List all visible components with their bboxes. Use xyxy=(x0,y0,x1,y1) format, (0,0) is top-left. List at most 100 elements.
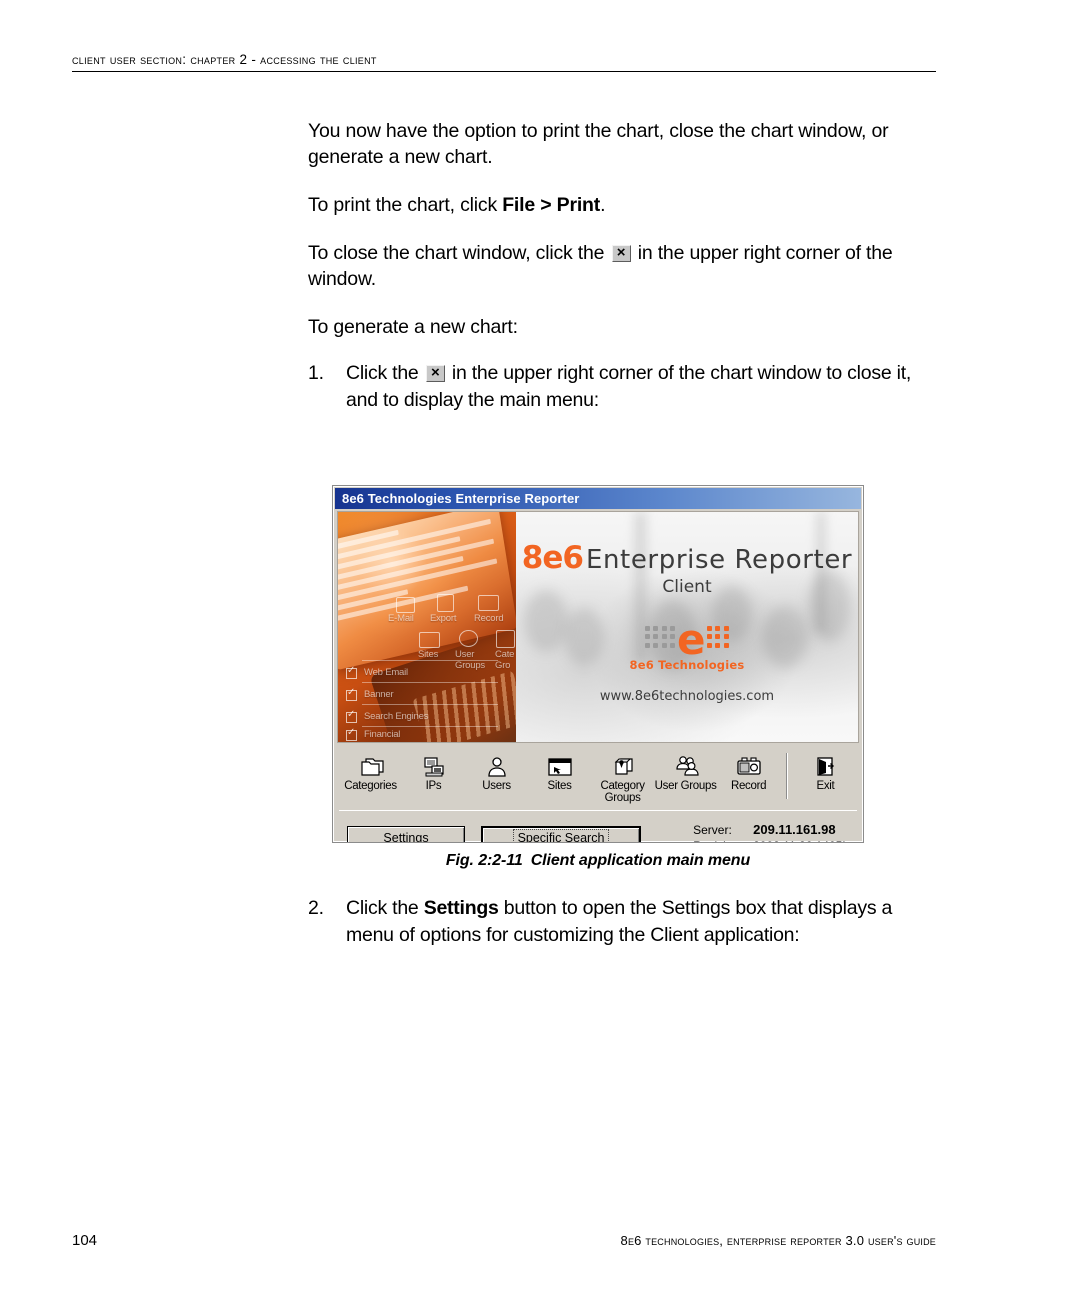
numbered-steps-continued: 2. Click the Settings button to open the … xyxy=(308,895,928,949)
server-row: Server: 209.11.161.98 xyxy=(693,822,849,838)
toolbar-button-users[interactable]: Users xyxy=(465,753,528,793)
toolbar-button-category-groups[interactable]: Category Groups xyxy=(591,753,654,804)
splash-brand-panel: 8e6 Enterprise Reporter Client e 8e6 Tec… xyxy=(516,512,858,742)
toolbar-button-user-groups[interactable]: User Groups xyxy=(654,753,717,793)
window-title: 8e6 Technologies Enterprise Reporter xyxy=(342,491,580,506)
print-instruction-suffix: . xyxy=(600,194,606,216)
steps-list-part-one: 1.Click the in the upper right corner of… xyxy=(308,360,928,414)
toolbar-button-ips[interactable]: IPs xyxy=(402,753,465,793)
toolbar-button-sites[interactable]: Sites xyxy=(528,753,591,793)
settings-button[interactable]: Settings xyxy=(347,825,465,843)
print-menu-path: File > Print xyxy=(502,194,601,216)
header-rule xyxy=(72,71,936,72)
running-header-text: Client User Section: Chapter 2 - Accessi… xyxy=(72,52,377,67)
network-computer-icon xyxy=(402,753,465,779)
brand-name-enterprise-reporter: Enterprise Reporter xyxy=(585,545,853,575)
print-instruction-prefix: To print the chart, click xyxy=(308,194,503,216)
toolbar-button-exit[interactable]: Exit xyxy=(794,753,857,793)
ghost-email-icon xyxy=(396,597,415,613)
toolbar-button-record[interactable]: Record xyxy=(717,753,780,793)
intro-paragraph: You now have the option to print the cha… xyxy=(308,120,889,168)
toolbar-label: Record xyxy=(730,780,767,792)
ghost-sites-icon xyxy=(419,632,440,648)
ghost-label-category-groups: Cate Gro xyxy=(495,649,515,671)
figure-caption-label: Fig. 2:2-11 xyxy=(445,852,523,869)
brand-mark-8e6: 8e6 xyxy=(521,540,584,576)
toolbar-button-categories[interactable]: Categories xyxy=(339,753,402,793)
toolbar-label: Users xyxy=(482,780,511,792)
ghost-label-record: Record xyxy=(474,613,504,624)
exit-door-icon xyxy=(794,753,857,779)
splash-collage-orange: E-Mail Export Record Sites User Groups C… xyxy=(338,512,516,742)
toolbar-label: Categories xyxy=(344,780,397,792)
figure-caption: Fig. 2:2-11 Client application main menu xyxy=(332,852,864,870)
settings-button-label: Settings xyxy=(383,831,429,843)
ghost-label-banner: Banner xyxy=(364,689,394,700)
print-instruction: To print the chart, click File > Print. xyxy=(308,192,928,218)
footer-guide-title: 8e6 Technologies, Enterprise Reporter 3.… xyxy=(620,1233,936,1248)
server-status-info: Server: 209.11.161.98 Revision: 2002.11.… xyxy=(693,822,849,842)
page-footer: 104 8e6 Technologies, Enterprise Reporte… xyxy=(72,1232,936,1249)
toolbar-label: Category Groups xyxy=(600,780,645,804)
company-url: www.8e6technologies.com xyxy=(599,689,775,704)
8e6-logo-mark: e xyxy=(516,615,858,664)
camera-icon xyxy=(717,753,780,779)
generate-lead-in: To generate a new chart: xyxy=(308,316,518,338)
ghost-label-financial: Financial xyxy=(364,729,401,740)
step-2-settings-reference: Settings xyxy=(423,897,499,919)
steps-list-part-two: 2. Click the Settings button to open the … xyxy=(308,895,928,967)
step-2-number: 2. xyxy=(308,897,324,919)
ghost-divider xyxy=(362,704,498,705)
close-window-icon xyxy=(425,365,445,382)
client-application-window: 8e6 Technologies Enterprise Reporter E-M… xyxy=(332,485,864,843)
ghost-user-groups-icon xyxy=(459,630,478,647)
server-label: Server: xyxy=(693,823,732,837)
ghost-label-search-engines: Search Engines xyxy=(364,711,429,722)
figure-2-2-11: 8e6 Technologies Enterprise Reporter E-M… xyxy=(332,485,864,870)
close-window-icon xyxy=(611,245,631,262)
window-title-bar: 8e6 Technologies Enterprise Reporter xyxy=(335,488,861,509)
ghost-checkbox-financial xyxy=(346,727,357,741)
users-group-icon xyxy=(654,753,717,779)
logo-dots-gray xyxy=(644,625,677,649)
main-menu-toolbar: Categories IPs Users Sites Category Grou… xyxy=(339,747,857,811)
logo-dots-orange xyxy=(706,625,730,649)
toolbar-label: IPs xyxy=(425,780,442,792)
step-2: 2. Click the Settings button to open the … xyxy=(308,895,928,949)
ghost-label-email: E-Mail xyxy=(388,613,414,624)
toolbar-label: Exit xyxy=(816,780,835,792)
ghost-record-icon xyxy=(478,595,499,611)
box-group-icon xyxy=(591,753,654,779)
step-1: 1.Click the in the upper right corner of… xyxy=(308,360,928,414)
server-value: 209.11.161.98 xyxy=(753,822,836,837)
toolbar-separator xyxy=(786,753,788,799)
settings-accelerator: S xyxy=(383,831,392,843)
close-instruction-prefix: To close the chart window, click the xyxy=(308,242,610,264)
running-header: Client User Section: Chapter 2 - Accessi… xyxy=(72,52,936,72)
ghost-checkbox-banner xyxy=(346,687,357,701)
ghost-divider xyxy=(362,682,498,683)
user-icon xyxy=(465,753,528,779)
revision-label: Revision: xyxy=(693,838,753,842)
folder-stack-icon xyxy=(339,753,402,779)
toolbar-label: User Groups xyxy=(654,780,717,792)
step-1-prefix: Click the xyxy=(346,362,424,384)
close-instruction: To close the chart window, click the in … xyxy=(308,240,928,292)
ghost-checkbox-web-email xyxy=(346,665,357,679)
window-bottom-bar: Settings Specific Search Server: 209.11.… xyxy=(339,811,857,843)
toolbar-label: Sites xyxy=(547,780,572,792)
ghost-label-sites: Sites xyxy=(418,649,439,660)
window-arrow-icon xyxy=(528,753,591,779)
ghost-label-web-email: Web Email xyxy=(364,667,408,678)
ghost-export-icon xyxy=(437,594,454,612)
revision-value: 2002.11.26.1405L xyxy=(753,838,849,842)
specific-search-button[interactable]: Specific Search xyxy=(481,825,641,842)
brand-lockup: 8e6 Enterprise Reporter xyxy=(516,540,858,576)
step-2-prefix: Click the xyxy=(346,897,424,919)
ghost-checkbox-search-engines xyxy=(346,709,357,723)
ghost-category-groups-icon xyxy=(496,630,515,648)
logo-letter-e: e xyxy=(677,615,706,664)
step-1-number: 1. xyxy=(308,362,324,384)
document-body: You now have the option to print the cha… xyxy=(308,118,928,432)
ghost-label-export: Export xyxy=(430,613,457,624)
